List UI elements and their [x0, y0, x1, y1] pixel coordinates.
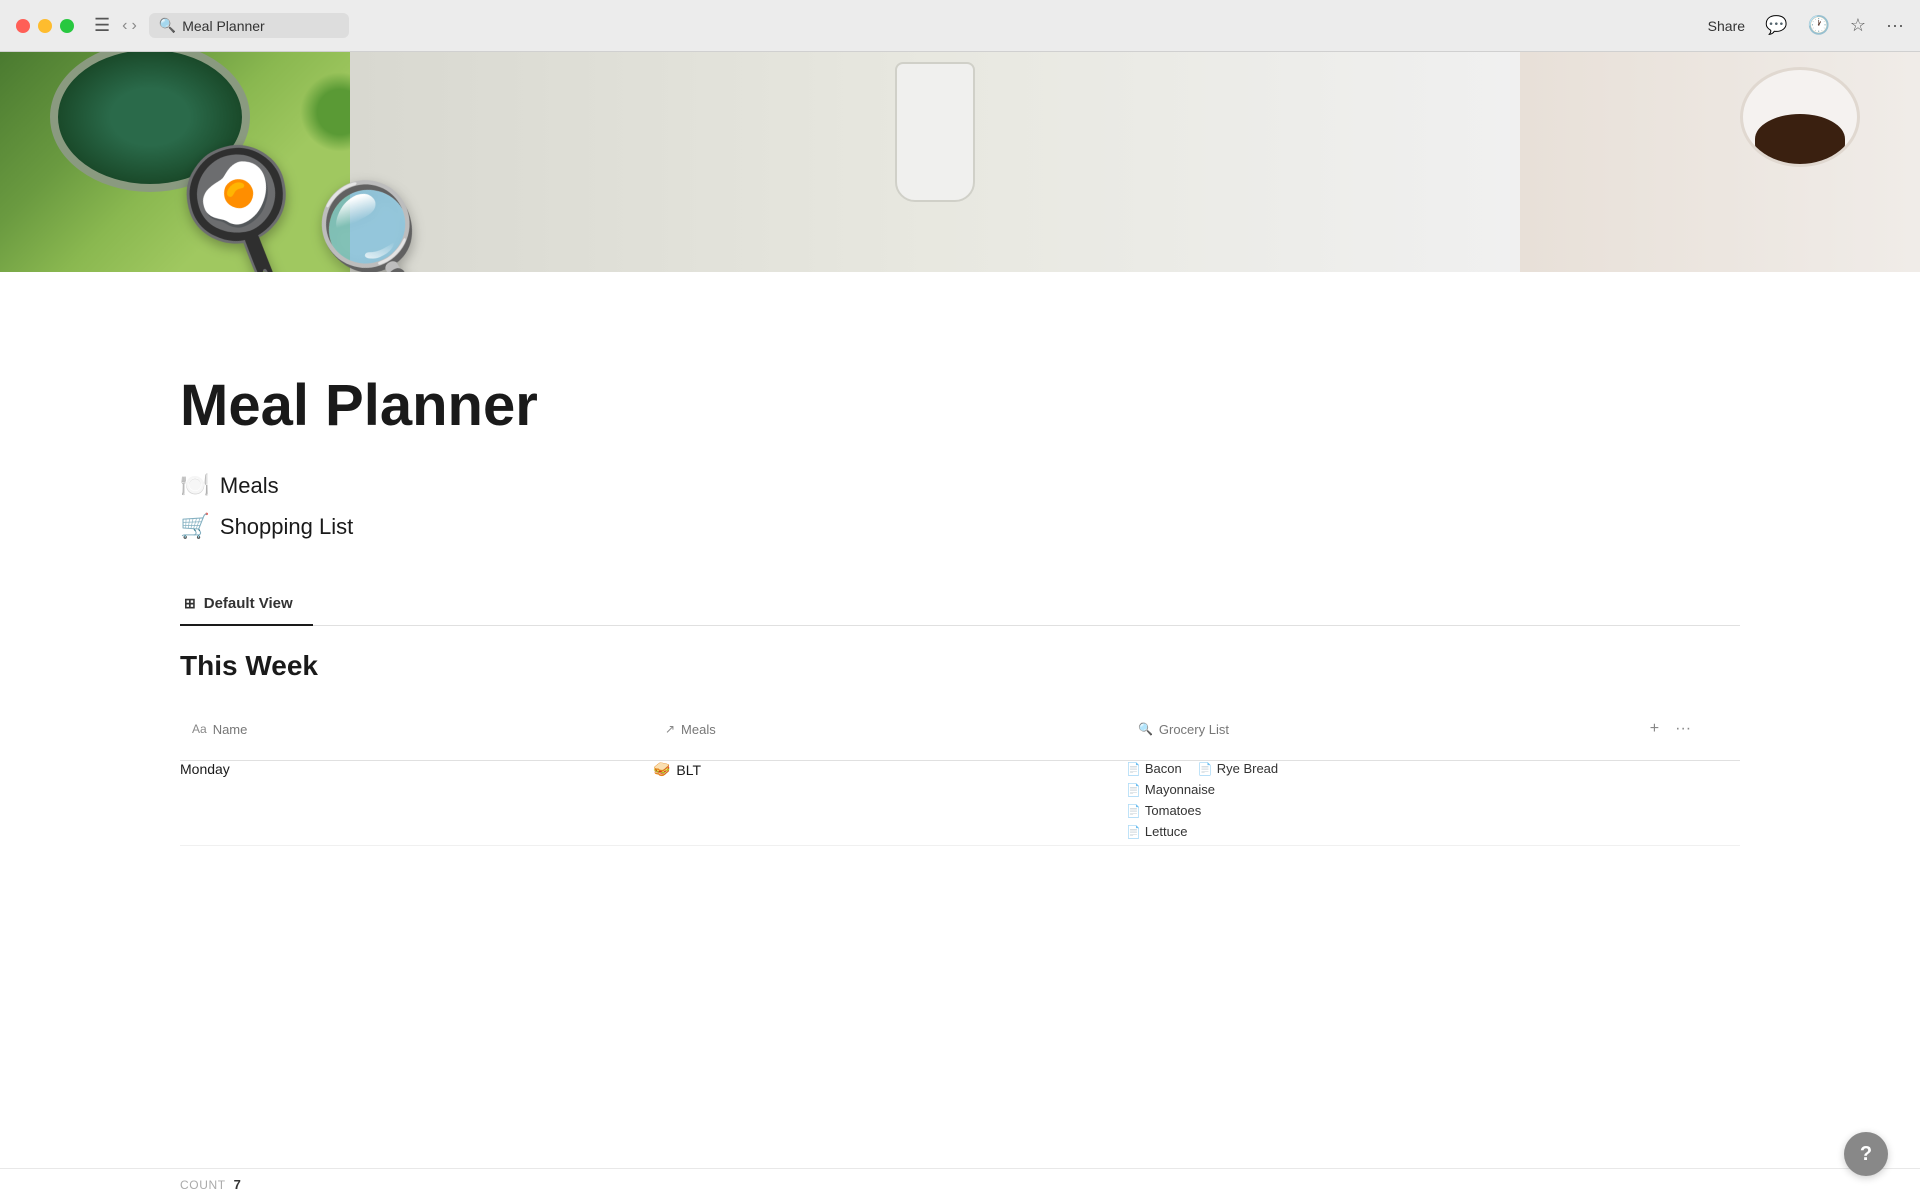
meal-label: BLT: [676, 762, 701, 778]
page-links: 🍽️ Meals 🛒 Shopping List: [180, 469, 1740, 543]
back-button[interactable]: ‹: [122, 17, 127, 35]
forward-button[interactable]: ›: [131, 17, 136, 35]
help-button[interactable]: ?: [1844, 1132, 1888, 1176]
search-text: Meal Planner: [182, 18, 265, 34]
comment-icon[interactable]: 💬: [1765, 15, 1787, 36]
main-content: 🍳🔍 Meal Planner 🍽️ Meals 🛒 Shopping List…: [0, 52, 1920, 1200]
col-name-label: Name: [213, 722, 248, 737]
spice-bowl: [1740, 67, 1860, 167]
doc-icon-3: 📄: [1126, 783, 1141, 797]
nav-arrows: ‹ ›: [122, 17, 137, 35]
meal-item: 🥪 BLT: [653, 761, 1126, 778]
table-icon: ⊞: [184, 595, 196, 612]
more-icon[interactable]: ···: [1886, 15, 1904, 36]
shopping-cart-icon: 🛒: [180, 512, 210, 541]
relation-icon: ↗: [665, 722, 675, 736]
grocery-row-tomatoes: 📄 Tomatoes: [1126, 803, 1624, 818]
grocery-label-bacon: Bacon: [1145, 761, 1182, 776]
shopping-list-link[interactable]: 🛒 Shopping List: [180, 510, 1740, 543]
maximize-button[interactable]: [60, 19, 74, 33]
close-button[interactable]: [16, 19, 30, 33]
row-name: Monday: [180, 761, 230, 777]
title-bar-actions: Share 💬 🕐 ☆ ···: [1708, 15, 1904, 36]
col-meals-label: Meals: [681, 722, 716, 737]
count-value: 7: [234, 1177, 241, 1192]
share-button[interactable]: Share: [1708, 18, 1745, 34]
grocery-row-mayo: 📄 Mayonnaise: [1126, 782, 1624, 797]
shopping-list-link-label: Shopping List: [220, 514, 353, 540]
tab-label: Default View: [204, 595, 293, 612]
count-label: COUNT: [180, 1178, 226, 1192]
meals-icon: 🍽️: [180, 471, 210, 500]
milk-jug: [895, 62, 975, 202]
grocery-item-mayo: 📄 Mayonnaise: [1126, 782, 1215, 797]
col-header-name: Aa Name: [192, 722, 641, 737]
grocery-label-tomatoes: Tomatoes: [1145, 803, 1201, 818]
meals-link-label: Meals: [220, 473, 279, 499]
grocery-item-bacon: 📄 Bacon: [1126, 761, 1182, 776]
hero-banner: 🍳🔍: [0, 52, 1920, 272]
grocery-label-rye-bread: Rye Bread: [1217, 761, 1278, 776]
hero-center-panel: [350, 52, 1520, 272]
meal-emoji: 🥪: [653, 761, 670, 778]
bottom-bar: COUNT 7: [0, 1168, 1920, 1200]
col-header-meals: ↗ Meals: [665, 722, 1114, 737]
hero-right-panel: [1520, 52, 1920, 272]
col-actions-header: + ···: [1636, 708, 1728, 750]
bookmark-icon[interactable]: ☆: [1850, 15, 1866, 36]
search-bar[interactable]: 🔍 Meal Planner: [149, 13, 349, 38]
grocery-label-lettuce: Lettuce: [1145, 824, 1188, 839]
history-icon[interactable]: 🕐: [1807, 15, 1829, 36]
grocery-item-rye-bread: 📄 Rye Bread: [1198, 761, 1278, 776]
grocery-label-mayo: Mayonnaise: [1145, 782, 1215, 797]
add-column-button[interactable]: +: [1648, 718, 1661, 740]
page-content: Meal Planner 🍽️ Meals 🛒 Shopping List ⊞ …: [0, 272, 1920, 1168]
more-columns-button[interactable]: ···: [1673, 718, 1693, 740]
text-icon: Aa: [192, 722, 207, 736]
tabs-bar: ⊞ Default View: [180, 583, 1740, 626]
table-row: Monday 🥪 BLT 📄 Bacon: [180, 761, 1740, 846]
data-table: Aa Name ↗ Meals 🔍 Grocery List: [180, 698, 1740, 846]
meals-link[interactable]: 🍽️ Meals: [180, 469, 1740, 502]
doc-icon-5: 📄: [1126, 825, 1141, 839]
tab-default-view[interactable]: ⊞ Default View: [180, 583, 313, 626]
search-col-icon: 🔍: [1138, 722, 1153, 736]
doc-icon-2: 📄: [1198, 762, 1213, 776]
grocery-item-tomatoes: 📄 Tomatoes: [1126, 803, 1201, 818]
col-header-grocery: 🔍 Grocery List: [1138, 722, 1612, 737]
help-label: ?: [1860, 1143, 1872, 1166]
search-icon: 🔍: [159, 17, 176, 34]
grocery-item-lettuce: 📄 Lettuce: [1126, 824, 1188, 839]
spice-content: [1755, 114, 1845, 164]
traffic-lights: [16, 19, 74, 33]
section-title: This Week: [180, 650, 1740, 682]
menu-icon[interactable]: ☰: [94, 15, 110, 36]
title-bar: ☰ ‹ › 🔍 Meal Planner Share 💬 🕐 ☆ ···: [0, 0, 1920, 52]
minimize-button[interactable]: [38, 19, 52, 33]
doc-icon-4: 📄: [1126, 804, 1141, 818]
page-title: Meal Planner: [180, 372, 1740, 439]
col-grocery-label: Grocery List: [1159, 722, 1229, 737]
grocery-row-lettuce: 📄 Lettuce: [1126, 824, 1624, 839]
doc-icon: 📄: [1126, 762, 1141, 776]
grocery-inline-row: 📄 Bacon 📄 Rye Bread: [1126, 761, 1624, 776]
